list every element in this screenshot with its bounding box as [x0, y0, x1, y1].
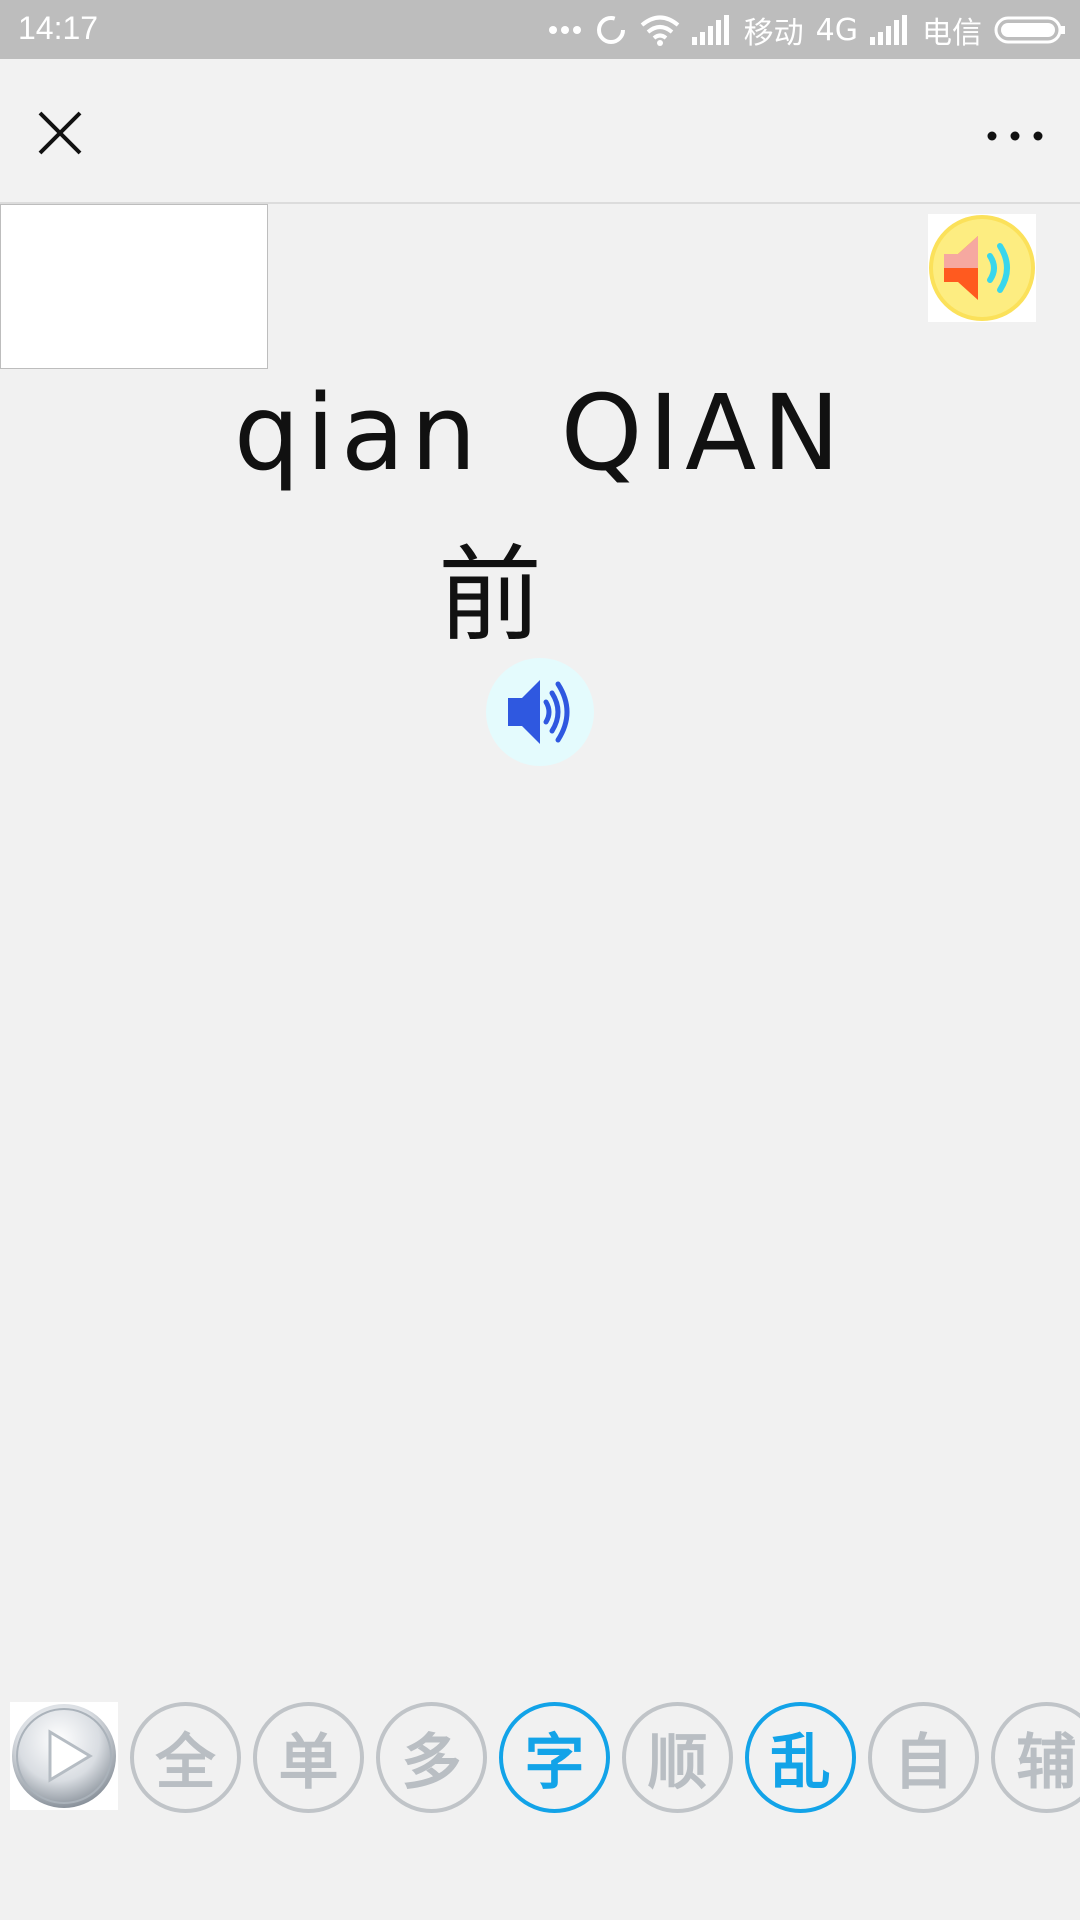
mode-button-sequential[interactable]: 顺: [622, 1702, 733, 1813]
status-icons: 移动 4G 电信: [548, 8, 1066, 52]
play-button[interactable]: [10, 1702, 118, 1810]
status-time: 14:17: [18, 10, 99, 46]
close-icon[interactable]: [30, 103, 90, 163]
pinyin-text: qian QIAN: [233, 372, 847, 494]
mode-button-assist[interactable]: 辅: [991, 1702, 1080, 1813]
mode-button-random[interactable]: 乱: [745, 1702, 856, 1813]
sync-icon: [594, 13, 628, 47]
mode-button-single[interactable]: 单: [253, 1702, 364, 1813]
bottom-toolbar: 全 单 多 字 顺 乱 自 辅: [10, 1702, 1080, 1813]
nav-bar: [0, 59, 1080, 204]
mode-button-multi[interactable]: 多: [376, 1702, 487, 1813]
network-type-label: 4G: [815, 12, 858, 48]
mode-button-all[interactable]: 全: [130, 1702, 241, 1813]
play-icon: [12, 1704, 116, 1808]
signal-icon-1: [691, 15, 732, 45]
status-bar: 14:17 移动 4G 电信: [0, 0, 1080, 59]
more-icon[interactable]: [980, 103, 1050, 163]
speaker-icon[interactable]: [486, 658, 594, 766]
carrier-1-label: 移动: [743, 16, 804, 51]
hanzi-character: 前: [437, 534, 542, 656]
speaker-toggle-icon[interactable]: [928, 214, 1036, 322]
signal-icon-2: [870, 15, 910, 45]
carrier-2-label: 电信: [922, 16, 982, 51]
mode-button-character[interactable]: 字: [499, 1702, 610, 1813]
dots-icon: [548, 25, 582, 35]
wifi-icon: [640, 14, 680, 46]
mode-button-auto[interactable]: 自: [868, 1702, 979, 1813]
image-placeholder: [0, 204, 268, 369]
battery-icon: [994, 15, 1066, 45]
